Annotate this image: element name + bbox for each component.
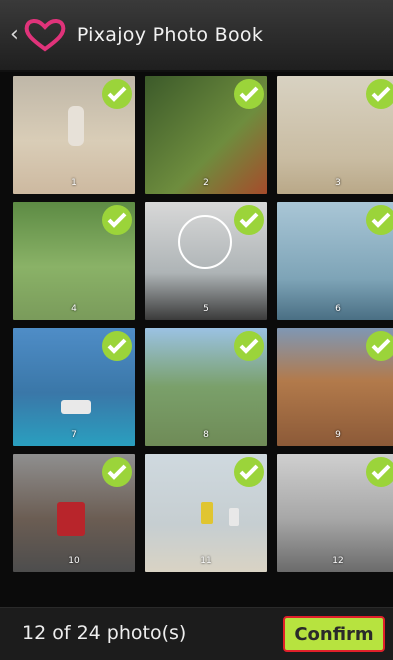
photo-tile[interactable]: 7 [13,328,135,446]
photo-number: 9 [335,430,341,440]
checkmark-icon[interactable] [233,330,265,362]
heart-logo-icon [24,19,66,52]
photo-number: 10 [68,556,80,566]
checkmark-icon[interactable] [365,330,393,362]
checkmark-icon[interactable] [365,204,393,236]
photo-number: 6 [335,304,341,314]
photo-number: 4 [71,304,77,314]
confirm-button[interactable]: Confirm [283,616,385,652]
selection-count: 12 of 24 photo(s) [22,622,187,644]
photo-tile[interactable]: 9 [277,328,393,446]
checkmark-icon[interactable] [365,78,393,110]
checkmark-icon[interactable] [101,78,133,110]
photo-number: 7 [71,430,77,440]
checkmark-icon[interactable] [101,204,133,236]
photo-tile[interactable]: 4 [13,202,135,320]
photo-number: 5 [203,304,209,314]
photo-number: 3 [335,178,341,188]
photo-tile[interactable]: 10 [13,454,135,572]
photo-number: 11 [200,556,212,566]
app-header: ‹ Pixajoy Photo Book [0,0,393,72]
photo-tile[interactable]: 3 [277,76,393,194]
photo-tile[interactable]: 5 [145,202,267,320]
photo-number: 8 [203,430,209,440]
photo-tile[interactable]: 2 [145,76,267,194]
checkmark-icon[interactable] [365,456,393,488]
photo-tile[interactable]: 1 [13,76,135,194]
photo-tile[interactable]: 11 [145,454,267,572]
photo-grid: 1 2 3 4 5 6 7 8 9 10 11 12 [13,76,393,576]
photo-number: 1 [71,178,77,188]
photo-tile[interactable]: 12 [277,454,393,572]
checkmark-icon[interactable] [101,456,133,488]
photo-number: 12 [332,556,344,566]
photo-tile[interactable]: 8 [145,328,267,446]
checkmark-icon[interactable] [233,204,265,236]
checkmark-icon[interactable] [101,330,133,362]
photo-tile[interactable]: 6 [277,202,393,320]
checkmark-icon[interactable] [233,456,265,488]
back-chevron-icon[interactable]: ‹ [10,24,19,46]
checkmark-icon[interactable] [233,78,265,110]
bottom-bar: 12 of 24 photo(s) Confirm [0,607,393,660]
app-title: Pixajoy Photo Book [76,24,264,46]
photo-number: 2 [203,178,209,188]
